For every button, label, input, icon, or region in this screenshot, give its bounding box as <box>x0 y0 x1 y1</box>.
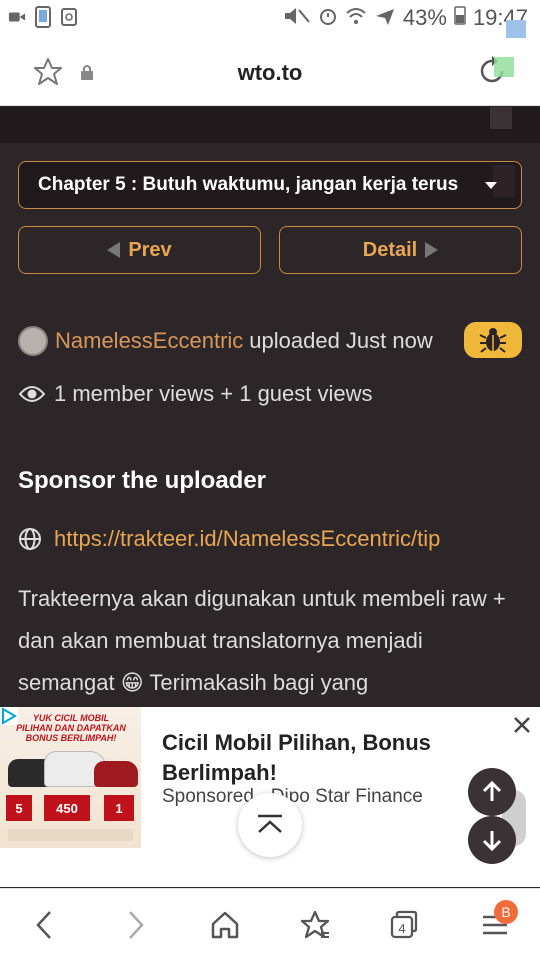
status-overlay-block <box>506 20 526 40</box>
avatar[interactable] <box>18 326 48 356</box>
chapter-select[interactable]: Chapter 5 : Butuh waktumu, jangan kerja … <box>18 161 522 209</box>
back-button[interactable] <box>26 907 62 943</box>
address-bar[interactable]: wto.to <box>0 38 540 106</box>
arrow-left-icon <box>107 242 121 258</box>
battery-icon <box>454 5 466 31</box>
ad-title[interactable]: Cicil Mobil Pilihan, Bonus Berlimpah! <box>162 728 462 788</box>
ad-footer-strip <box>8 829 133 841</box>
bookmarks-button[interactable] <box>297 907 333 943</box>
ad-image-headline: YUK CICIL MOBIL PILIHAN DAN DAPATKAN BON… <box>16 713 126 743</box>
chevron-left-icon <box>36 911 51 939</box>
sponsor-description: Trakteernya akan digunakan untuk membeli… <box>18 586 506 695</box>
tabs-button[interactable]: 4 <box>386 907 422 943</box>
ad-price-mid: 450 <box>44 795 90 821</box>
prev-button[interactable]: Prev <box>18 226 261 274</box>
caret-box <box>493 165 515 197</box>
detail-button[interactable]: Detail <box>279 226 522 274</box>
ad-image[interactable]: YUK CICIL MOBIL PILIHAN DAN DAPATKAN BON… <box>0 707 141 848</box>
header-placeholder <box>490 107 512 129</box>
detail-button-label: Detail <box>362 238 418 261</box>
arrow-up-icon <box>482 781 502 801</box>
ad-price-right: 1 <box>104 795 134 821</box>
chapter-select-value: Chapter 5 : Butuh waktumu, jangan kerja … <box>38 174 459 195</box>
views-text: 1 member views + 1 guest views <box>54 381 373 406</box>
globe-icon <box>19 528 41 550</box>
sponsor-link[interactable]: https://trakteer.id/NamelessEccentric/ti… <box>54 526 440 552</box>
chevron-up-icon <box>258 814 282 833</box>
home-button[interactable] <box>207 907 243 943</box>
uploader-row: NamelessEccentric uploaded Just now <box>18 325 433 357</box>
mute-icon <box>283 6 311 31</box>
reload-overlay-block <box>494 57 514 77</box>
battery-percent: 43% <box>402 5 447 30</box>
status-bar: 43% 19:47 <box>0 0 540 38</box>
ad-price-left: 5 <box>6 795 32 821</box>
home-icon <box>211 911 239 939</box>
wifi-icon <box>345 6 367 31</box>
views-row: 1 member views + 1 guest views <box>18 381 373 407</box>
sponsor-heading: Sponsor the uploader <box>18 467 267 494</box>
recycle-icon <box>60 6 78 28</box>
forward-button[interactable] <box>118 907 154 943</box>
arrow-down-icon <box>482 831 502 851</box>
report-bug-button[interactable] <box>464 322 522 358</box>
tab-count: 4 <box>398 921 405 936</box>
close-icon[interactable] <box>509 713 535 739</box>
sponsor-link-row: https://trakteer.id/NamelessEccentric/ti… <box>18 526 440 552</box>
url-text[interactable]: wto.to <box>0 60 540 86</box>
video-icon <box>8 6 26 28</box>
page-up-button[interactable] <box>468 768 516 816</box>
page-header <box>0 107 540 143</box>
alarm-icon <box>318 6 338 31</box>
car-image-red <box>94 761 138 787</box>
page-down-button[interactable] <box>468 816 516 864</box>
airplane-icon <box>374 6 396 31</box>
prev-button-label: Prev <box>128 238 172 261</box>
browser-bottom-nav: 4 <box>0 888 540 960</box>
arrow-right-icon <box>425 242 439 258</box>
chevron-right-icon <box>129 911 144 939</box>
screenshot-icon <box>34 6 52 28</box>
uploaded-text: uploaded Just now <box>249 328 433 353</box>
scroll-to-top-button[interactable] <box>238 793 302 857</box>
bug-icon <box>479 328 507 353</box>
eye-icon <box>18 386 46 402</box>
menu-badge: B <box>494 900 518 924</box>
bookmarks-star-icon <box>300 910 330 939</box>
chevron-down-icon <box>485 182 497 189</box>
tabs-icon: 4 <box>390 910 418 939</box>
uploader-name-link[interactable]: NamelessEccentric <box>55 328 243 354</box>
